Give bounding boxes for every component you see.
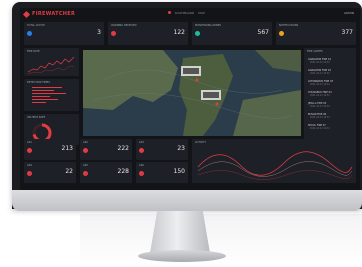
- bottom-stat-card[interactable]: A05 228: [80, 162, 132, 183]
- stat-card[interactable]: MONITORING ZONES 567: [192, 22, 272, 45]
- trend-panel: FIRE RATE: [24, 48, 79, 76]
- app-name: FIREWATCHER: [32, 11, 76, 17]
- stat-label: TOTAL ACTIVE: [27, 24, 45, 27]
- stat-value: 213: [61, 145, 73, 152]
- monitor-chin: [12, 190, 362, 211]
- stat-icon: [195, 31, 200, 36]
- activity-panel: ACTIVITY: [192, 139, 356, 183]
- nav-item-map[interactable]: MAP: [198, 11, 204, 15]
- panel-title: FIRE ALERTS: [307, 50, 323, 53]
- sidebar-item-time: 2021-02-12 14:32: [310, 72, 330, 75]
- monitor-stand-base: [138, 250, 226, 262]
- stat-icon: [139, 148, 144, 153]
- bars-panel: DETECTION TIMES: [24, 79, 79, 111]
- stat-value: 377: [341, 29, 353, 36]
- stat-value: 122: [173, 29, 185, 36]
- sidebar-item-time: 2021-02-12 14:32: [310, 116, 330, 119]
- alerts-sidebar: FIRE ALERTS GANGWON FIRE 01 2021-02-12 1…: [304, 48, 356, 145]
- stat-icon: [27, 31, 32, 36]
- stat-value: 150: [173, 168, 185, 175]
- stat-card[interactable]: TOTAL ACTIVE 3: [24, 22, 104, 45]
- stat-icon: [279, 31, 284, 36]
- stat-icon: [83, 148, 88, 153]
- sidebar-item-time: 2021-02-12 14:32: [310, 105, 330, 108]
- stat-value: 567: [257, 29, 269, 36]
- diamond-logo-icon: [22, 10, 31, 18]
- monitor-stand-neck: [150, 211, 210, 253]
- bar: [32, 93, 66, 95]
- top-bar: FIREWATCHER DASHBOARD MAP ADMIN: [20, 8, 360, 20]
- bottom-stat-card[interactable]: A03 23: [136, 139, 188, 160]
- stat-label: A04: [27, 164, 32, 167]
- panel-title: DETECTION TIMES: [27, 81, 50, 84]
- stat-label: A02: [83, 141, 88, 144]
- trend-chart: [27, 56, 75, 75]
- map-view[interactable]: [83, 50, 301, 136]
- stat-label: A05: [83, 164, 88, 167]
- dashboard-screen: FIREWATCHER DASHBOARD MAP ADMIN TOTAL AC…: [20, 8, 360, 190]
- stat-label: A03: [139, 141, 144, 144]
- stat-label: NOTIFICATIONS: [279, 24, 299, 27]
- stat-card[interactable]: WARNING RECEIVED 122: [108, 22, 188, 45]
- bar: [32, 102, 46, 104]
- stat-label: WARNING RECEIVED: [111, 24, 137, 27]
- bar: [32, 87, 62, 89]
- stat-label: A06: [139, 164, 144, 167]
- bar: [32, 90, 54, 92]
- bar: [32, 99, 58, 101]
- sidebar-item-time: 2021-02-12 14:32: [310, 94, 330, 97]
- stat-icon: [139, 171, 144, 176]
- bottom-stat-card[interactable]: A01 213: [24, 139, 76, 160]
- bottom-stat-card[interactable]: A06 150: [136, 162, 188, 183]
- sidebar-item-time: 2021-02-12 14:32: [310, 127, 330, 130]
- top-nav: DASHBOARD MAP: [168, 11, 205, 15]
- nav-item-dashboard[interactable]: DASHBOARD: [175, 11, 194, 15]
- stat-icon: [83, 171, 88, 176]
- activity-chart: [197, 151, 353, 180]
- alert-dot-icon: [168, 11, 171, 14]
- stat-icon: [111, 31, 116, 36]
- app-logo[interactable]: FIREWATCHER: [22, 10, 76, 18]
- stat-value: 22: [65, 168, 73, 175]
- stat-card[interactable]: NOTIFICATIONS 377: [276, 22, 356, 45]
- user-menu[interactable]: ADMIN: [344, 11, 354, 15]
- stat-value: 23: [177, 145, 185, 152]
- sidebar-item-time: 2021-02-12 14:32: [310, 61, 330, 64]
- background-surface: [80, 214, 362, 267]
- stat-icon: [27, 171, 32, 176]
- bar: [32, 96, 50, 98]
- stat-icon: [27, 148, 32, 153]
- stat-label: MONITORING ZONES: [195, 24, 222, 27]
- bottom-stat-card[interactable]: A02 222: [80, 139, 132, 160]
- stat-label: A01: [27, 141, 32, 144]
- satellite-map: [83, 50, 301, 136]
- stat-value: 222: [117, 145, 129, 152]
- sidebar-item-time: 2021-02-12 14:32: [310, 83, 330, 86]
- stat-value: 228: [117, 168, 129, 175]
- bottom-stat-card[interactable]: A04 22: [24, 162, 76, 183]
- stat-value: 3: [97, 29, 101, 36]
